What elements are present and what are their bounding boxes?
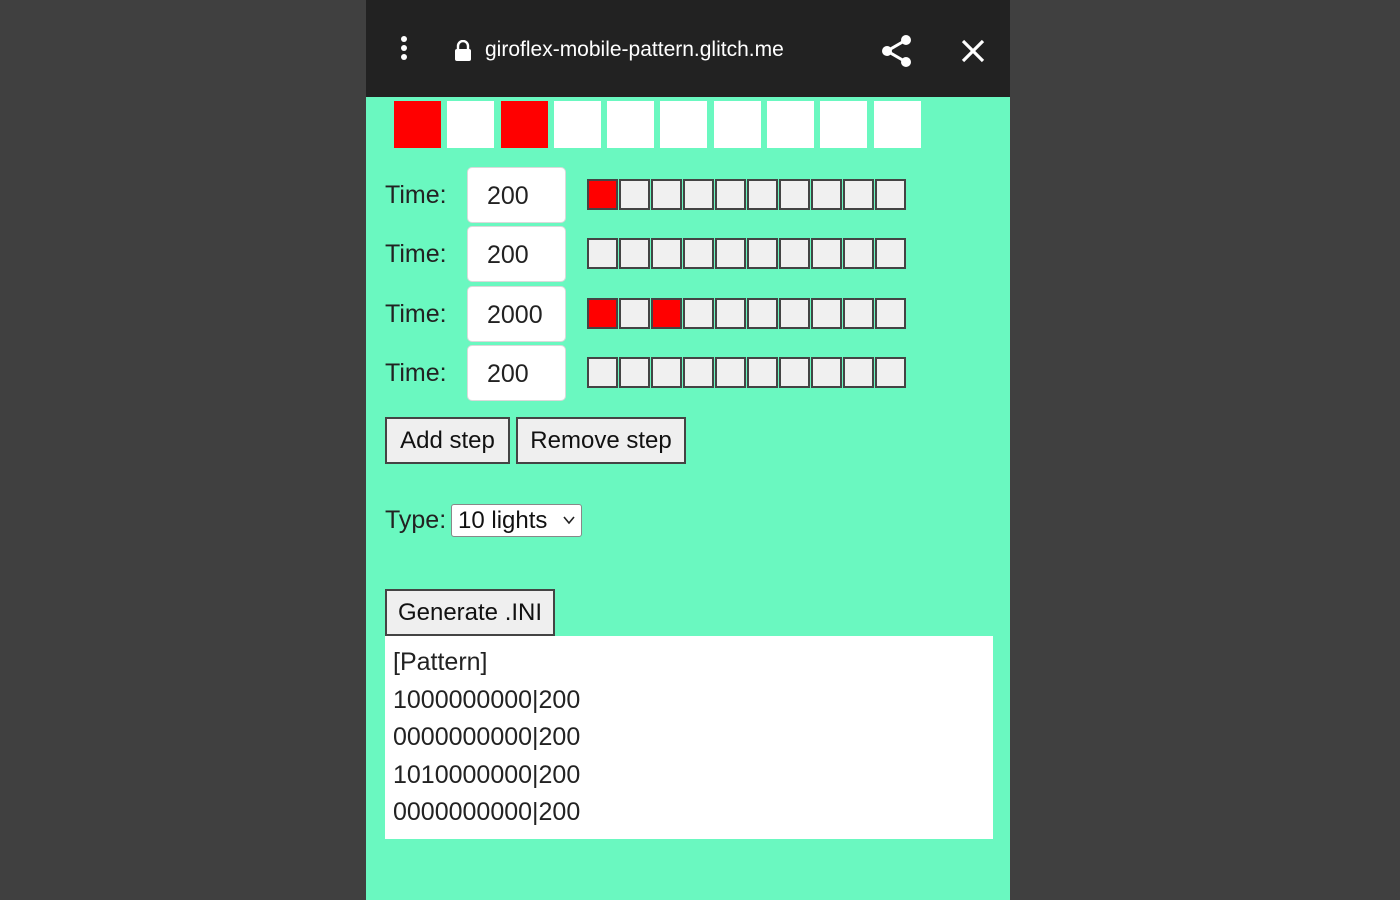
light-toggle-checkbox[interactable]	[811, 238, 842, 269]
preview-light	[394, 101, 441, 148]
light-toggle-checkbox[interactable]	[587, 238, 618, 269]
preview-light	[873, 101, 921, 148]
light-toggle-checkbox[interactable]	[779, 179, 810, 210]
remove-step-button[interactable]: Remove step	[516, 417, 686, 464]
step-time-input[interactable]: 200	[467, 167, 566, 223]
light-toggle-checkbox[interactable]	[587, 179, 618, 210]
light-toggle-checkbox[interactable]	[683, 179, 714, 210]
light-toggle-checkbox[interactable]	[747, 179, 778, 210]
url-text[interactable]: giroflex-mobile-pattern.glitch.me	[485, 38, 784, 62]
preview-light	[607, 101, 655, 148]
light-toggle-checkbox[interactable]	[875, 179, 906, 210]
chevron-down-icon	[563, 516, 575, 525]
light-toggle-checkbox[interactable]	[843, 357, 874, 388]
step-lights	[587, 357, 907, 388]
light-toggle-checkbox[interactable]	[651, 179, 682, 210]
type-select-value: 10 lights	[458, 507, 548, 534]
light-toggle-checkbox[interactable]	[747, 238, 778, 269]
menu-dots-icon[interactable]	[392, 36, 416, 66]
light-toggle-checkbox[interactable]	[651, 357, 682, 388]
step-time-input[interactable]: 200	[467, 226, 566, 282]
step-time-label: Time:	[385, 240, 447, 268]
light-toggle-checkbox[interactable]	[779, 238, 810, 269]
step-lights	[587, 238, 907, 269]
step-lights	[587, 298, 907, 329]
preview-light	[660, 101, 708, 148]
preview-light	[820, 101, 868, 148]
preview-light	[447, 101, 495, 148]
ini-output-textarea[interactable]: [Pattern] 1000000000|200 0000000000|200 101…	[385, 636, 993, 839]
preview-light	[500, 101, 548, 148]
mobile-viewport: giroflex-mobile-pattern.glitch.me Time: 2…	[366, 0, 1010, 900]
close-icon[interactable]	[960, 38, 986, 64]
light-toggle-checkbox[interactable]	[875, 298, 906, 329]
light-toggle-checkbox[interactable]	[587, 357, 618, 388]
ini-output-line: 0000000000|200	[393, 723, 581, 751]
light-toggle-checkbox[interactable]	[811, 357, 842, 388]
light-toggle-checkbox[interactable]	[619, 298, 650, 329]
step-time-label: Time:	[385, 181, 447, 209]
light-toggle-checkbox[interactable]	[683, 298, 714, 329]
generate-ini-button[interactable]: Generate .INI	[385, 589, 555, 636]
light-toggle-checkbox[interactable]	[811, 179, 842, 210]
light-toggle-checkbox[interactable]	[651, 298, 682, 329]
light-toggle-checkbox[interactable]	[715, 357, 746, 388]
light-toggle-checkbox[interactable]	[651, 238, 682, 269]
step-time-input[interactable]: 2000	[467, 286, 566, 342]
add-step-button[interactable]: Add step	[385, 417, 510, 464]
step-lights	[587, 179, 907, 210]
ini-output-line: 0000000000|200	[393, 798, 581, 826]
light-toggle-checkbox[interactable]	[619, 179, 650, 210]
light-toggle-checkbox[interactable]	[779, 357, 810, 388]
lock-icon	[455, 40, 471, 61]
light-toggle-checkbox[interactable]	[683, 357, 714, 388]
browser-topbar: giroflex-mobile-pattern.glitch.me	[366, 0, 1010, 97]
type-label: Type:	[385, 506, 447, 534]
light-toggle-checkbox[interactable]	[843, 238, 874, 269]
light-toggle-checkbox[interactable]	[779, 298, 810, 329]
light-toggle-checkbox[interactable]	[875, 357, 906, 388]
light-toggle-checkbox[interactable]	[843, 298, 874, 329]
light-toggle-checkbox[interactable]	[811, 298, 842, 329]
ini-output-line: 1000000000|200	[393, 685, 581, 714]
light-toggle-checkbox[interactable]	[843, 179, 874, 210]
light-toggle-checkbox[interactable]	[683, 238, 714, 269]
preview-light	[767, 101, 815, 148]
step-time-input[interactable]: 200	[467, 345, 566, 401]
ini-output-line: 1010000000|200	[393, 760, 581, 789]
pattern-preview	[394, 101, 927, 148]
light-toggle-checkbox[interactable]	[747, 298, 778, 329]
preview-light	[713, 101, 761, 148]
light-toggle-checkbox[interactable]	[747, 357, 778, 388]
light-toggle-checkbox[interactable]	[619, 357, 650, 388]
light-toggle-checkbox[interactable]	[619, 238, 650, 269]
step-time-label: Time:	[385, 359, 447, 387]
light-toggle-checkbox[interactable]	[875, 238, 906, 269]
ini-output-line: [Pattern]	[393, 648, 488, 676]
type-select[interactable]: 10 lights	[451, 504, 582, 537]
share-icon[interactable]	[880, 34, 914, 68]
light-toggle-checkbox[interactable]	[715, 298, 746, 329]
step-time-label: Time:	[385, 300, 447, 328]
light-toggle-checkbox[interactable]	[715, 238, 746, 269]
light-toggle-checkbox[interactable]	[587, 298, 618, 329]
light-toggle-checkbox[interactable]	[715, 179, 746, 210]
preview-light	[553, 101, 601, 148]
